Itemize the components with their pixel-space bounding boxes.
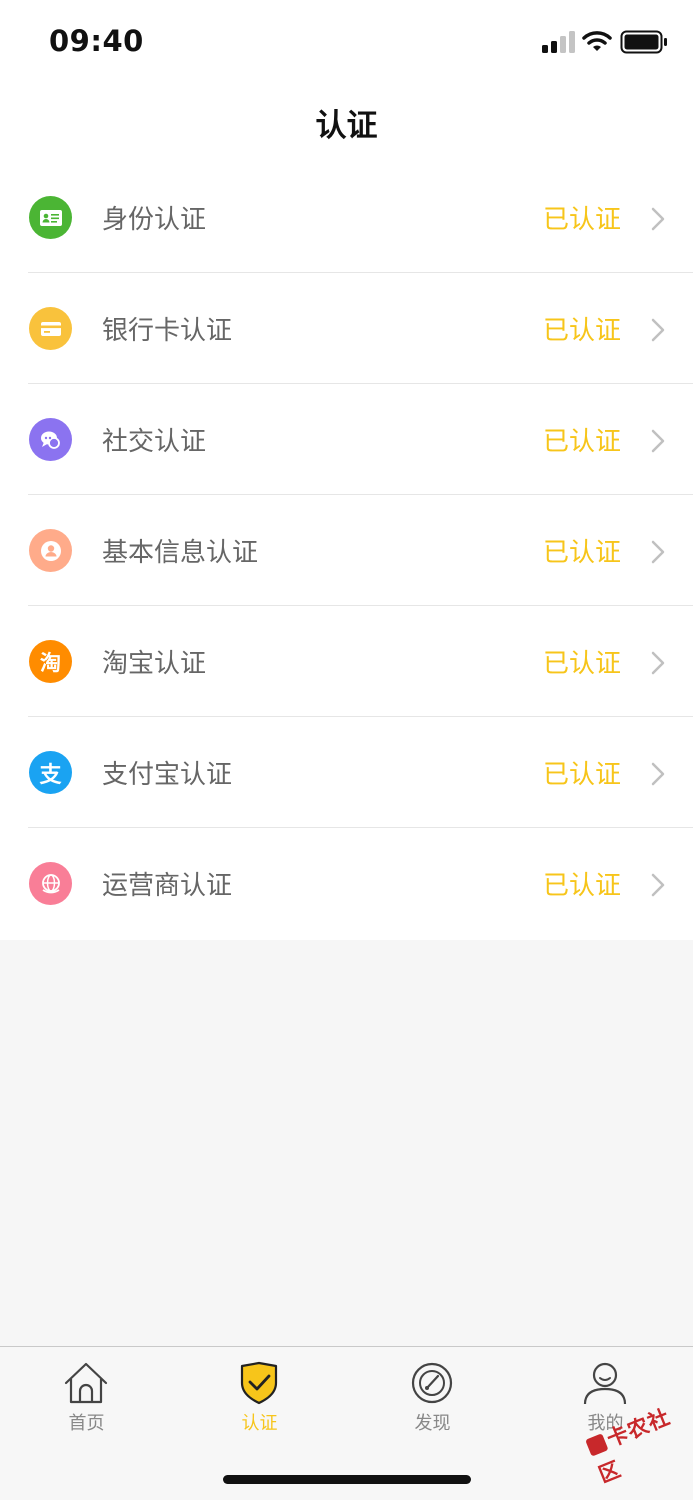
taobao-icon: 淘 xyxy=(29,640,72,683)
chevron-right-icon xyxy=(651,762,665,786)
tab-label: 认证 xyxy=(241,1413,278,1434)
user-info-icon xyxy=(29,529,72,572)
list-item-label: 淘宝认证 xyxy=(102,649,207,679)
taobao-icon-glyph: 淘 xyxy=(40,650,61,675)
chevron-right-icon xyxy=(651,429,665,453)
chevron-right-icon xyxy=(651,207,665,231)
list-item-carrier[interactable]: 运营商认证 已认证 xyxy=(0,828,693,939)
list-item-label: 银行卡认证 xyxy=(102,316,233,346)
profile-icon xyxy=(583,1362,627,1405)
wifi-icon xyxy=(582,31,612,51)
chevron-right-icon xyxy=(651,540,665,564)
list-item-label: 身份认证 xyxy=(102,205,207,235)
chevron-right-icon xyxy=(651,318,665,342)
list-item-taobao[interactable]: 淘 淘宝认证 已认证 xyxy=(0,606,693,717)
page-title: 认证 xyxy=(315,108,378,144)
tab-label: 首页 xyxy=(68,1413,105,1434)
home-icon xyxy=(64,1362,108,1404)
status-label: 已认证 xyxy=(542,538,621,568)
chevron-right-icon xyxy=(651,651,665,675)
status-bar: 09:40 xyxy=(0,0,693,86)
status-label: 已认证 xyxy=(542,871,621,901)
chevron-right-icon xyxy=(651,873,665,897)
list-item-basic-info[interactable]: 基本信息认证 已认证 xyxy=(0,495,693,606)
shield-check-icon xyxy=(240,1361,278,1405)
status-label: 已认证 xyxy=(542,205,621,235)
list-item-label: 社交认证 xyxy=(102,427,207,457)
tab-label: 发现 xyxy=(414,1413,451,1434)
list-item-identity[interactable]: 身份认证 已认证 xyxy=(0,162,693,273)
status-label: 已认证 xyxy=(542,649,621,679)
alipay-icon: 支 xyxy=(29,751,72,794)
tab-home[interactable]: 首页 xyxy=(0,1347,173,1447)
status-label: 已认证 xyxy=(542,760,621,790)
tab-verification[interactable]: 认证 xyxy=(173,1347,346,1447)
carrier-globe-icon xyxy=(29,862,72,905)
list-item-label: 基本信息认证 xyxy=(102,538,259,568)
list-item-label: 支付宝认证 xyxy=(102,760,233,790)
status-label: 已认证 xyxy=(542,316,621,346)
bank-card-icon xyxy=(29,307,72,350)
home-indicator xyxy=(223,1475,471,1484)
tab-discover[interactable]: 发现 xyxy=(346,1347,519,1447)
alipay-icon-glyph: 支 xyxy=(39,762,62,788)
social-chat-icon xyxy=(29,418,72,461)
signal-icon xyxy=(542,31,575,53)
status-time: 09:40 xyxy=(49,24,144,58)
battery-icon xyxy=(620,30,667,54)
list-item-label: 运营商认证 xyxy=(102,871,233,901)
list-item-bank-card[interactable]: 银行卡认证 已认证 xyxy=(0,273,693,384)
id-card-icon xyxy=(29,196,72,239)
list-item-alipay[interactable]: 支 支付宝认证 已认证 xyxy=(0,717,693,828)
status-label: 已认证 xyxy=(542,427,621,457)
compass-icon xyxy=(411,1362,453,1404)
verification-list: 身份认证 已认证 银行卡认证 已认证 社交认证 已认证 基本信息认证 已认证 淘… xyxy=(0,162,693,939)
list-item-social[interactable]: 社交认证 已认证 xyxy=(0,384,693,495)
